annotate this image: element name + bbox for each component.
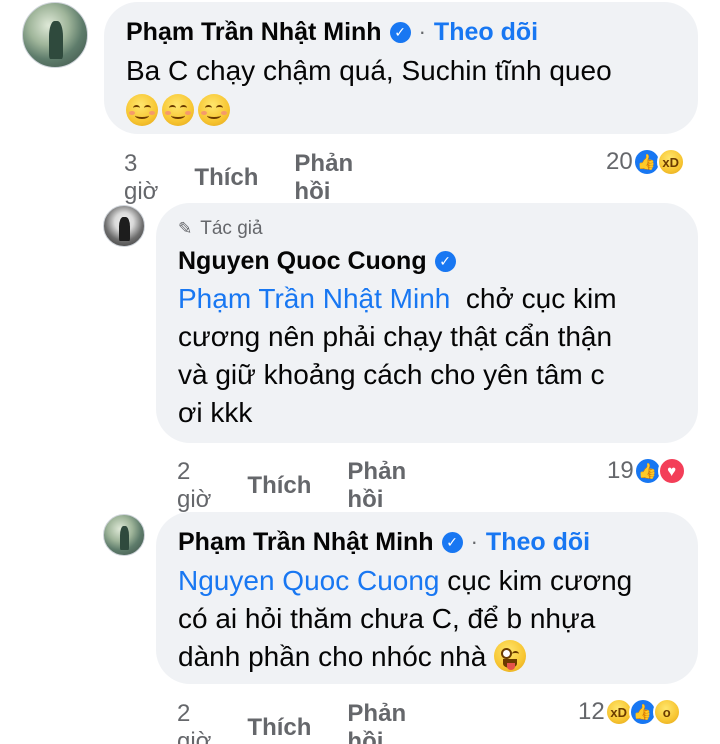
smiling-face-emoji-icon [198, 94, 230, 126]
comment-text: Nguyen Quoc Cuong cục kim cương có ai hỏ… [178, 565, 633, 672]
winking-tongue-emoji-icon [494, 640, 527, 672]
comment-bubble: Phạm Trần Nhật Minh ✓ · Theo dõi Ba C ch… [104, 2, 698, 134]
timestamp[interactable]: 2 giờ [177, 700, 211, 744]
reaction-count: 20 [606, 148, 633, 175]
like-button[interactable]: Thích [247, 714, 311, 742]
author-tag: ✎ Tác giả [178, 218, 263, 239]
verified-badge-icon: ✓ [434, 250, 456, 272]
reply-button[interactable]: Phản hồi [347, 458, 406, 514]
avatar[interactable] [22, 2, 88, 68]
follow-button[interactable]: Theo dõi [486, 528, 590, 557]
reaction-summary[interactable]: 19 👍 ♥ [607, 457, 686, 485]
author-name[interactable]: Nguyen Quoc Cuong [178, 247, 427, 276]
heart-icon: ♥ [657, 457, 686, 485]
mention-link[interactable]: Nguyen Quoc Cuong [178, 565, 440, 596]
comment-text: Phạm Trần Nhật Minh chở cục kim cương nê… [178, 283, 617, 428]
comment-text: Ba C chạy chậm quá, Suchin tĩnh queo [126, 55, 612, 86]
author-name[interactable]: Phạm Trần Nhật Minh [178, 528, 434, 557]
author-name[interactable]: Phạm Trần Nhật Minh [126, 18, 382, 47]
wow-icon: o [652, 698, 681, 726]
verified-badge-icon: ✓ [441, 531, 463, 553]
emoji-row [126, 92, 676, 130]
comment-actions: 2 giờ Thích Phản hồi [177, 700, 442, 744]
reply-button[interactable]: Phản hồi [294, 150, 353, 206]
avatar[interactable] [103, 514, 145, 556]
timestamp[interactable]: 3 giờ [124, 150, 158, 206]
reaction-count: 12 [578, 698, 605, 725]
comment-actions: 3 giờ Thích Phản hồi [124, 150, 389, 206]
follow-button[interactable]: Theo dõi [434, 18, 538, 47]
like-button[interactable]: Thích [194, 164, 258, 192]
smiling-face-emoji-icon [126, 94, 158, 126]
mention-link[interactable]: Phạm Trần Nhật Minh [178, 283, 450, 314]
timestamp[interactable]: 2 giờ [177, 458, 211, 514]
verified-badge-icon: ✓ [389, 21, 411, 43]
comment-actions: 2 giờ Thích Phản hồi [177, 458, 442, 514]
reply-button[interactable]: Phản hồi [347, 700, 406, 744]
comment-bubble: Phạm Trần Nhật Minh ✓ · Theo dõi Nguyen … [156, 512, 698, 684]
reaction-summary[interactable]: 12 xD 👍 o [578, 698, 681, 726]
smiling-face-emoji-icon [162, 94, 194, 126]
comment-bubble: ✎ Tác giả Nguyen Quoc Cuong ✓ Phạm Trần … [156, 203, 698, 443]
haha-icon: xD [656, 148, 685, 176]
reaction-summary[interactable]: 20 👍 xD [606, 148, 685, 176]
separator-dot: · [418, 19, 426, 44]
separator-dot: · [470, 529, 478, 554]
reaction-count: 19 [607, 457, 634, 484]
pencil-icon: ✎ [178, 219, 193, 238]
avatar[interactable] [103, 205, 145, 247]
like-button[interactable]: Thích [247, 472, 311, 500]
